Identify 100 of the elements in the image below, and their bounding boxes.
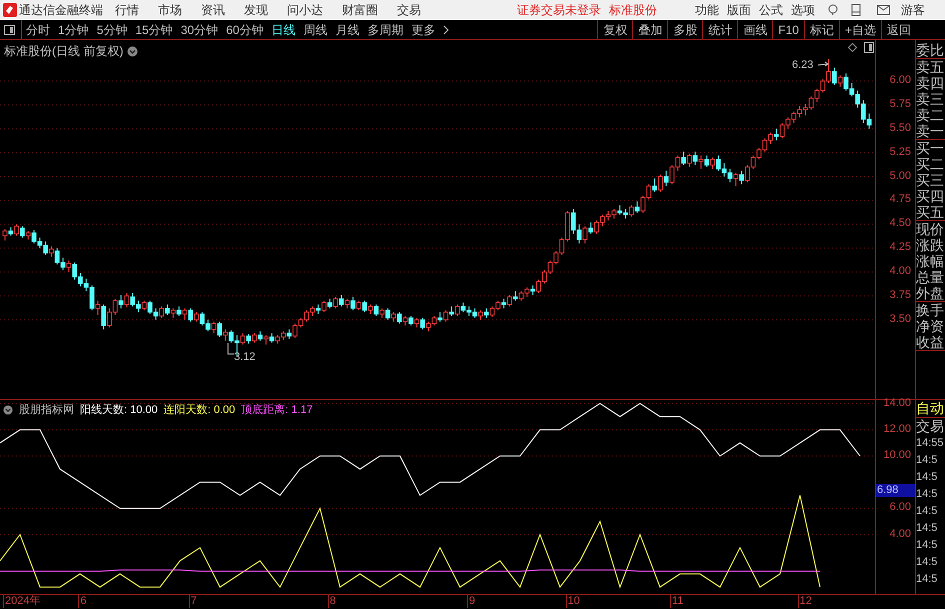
date-axis-label: 11 — [670, 595, 684, 608]
period-tab[interactable]: 多周期 — [367, 20, 404, 38]
trade-time: 14:5 — [916, 470, 938, 485]
trade-time: 14:5 — [916, 572, 938, 587]
candlestick — [397, 312, 402, 324]
mail-icon[interactable] — [877, 5, 890, 15]
menu-item[interactable]: 公式 — [759, 1, 783, 19]
legend-text: 连阳天数: 0.00 — [164, 403, 236, 418]
app-title: 通达信金融终端 — [19, 2, 104, 19]
date-axis-label: 12 — [798, 595, 812, 608]
period-tab[interactable]: 1分钟 — [58, 20, 89, 38]
candlestick — [652, 178, 657, 192]
chevron-circle-icon[interactable] — [127, 46, 138, 56]
period-tab[interactable]: 更多 — [411, 20, 436, 38]
menu-item[interactable]: 问小达 — [287, 1, 323, 19]
trade-time: 14:5 — [916, 555, 938, 570]
candlestick — [176, 306, 182, 316]
period-tab[interactable]: 月线 — [335, 20, 360, 38]
chevron-circle-icon[interactable] — [3, 405, 13, 416]
menu-item[interactable]: 市场 — [158, 1, 182, 19]
menu-item[interactable]: 发现 — [244, 1, 268, 19]
phone-icon[interactable] — [851, 4, 861, 16]
quote-field-label: 外盘 — [916, 285, 945, 301]
menu-item[interactable]: 行情 — [115, 1, 139, 19]
trade-time: 14:5 — [916, 538, 938, 553]
chat-icon[interactable] — [827, 4, 839, 16]
date-axis-label: 9 — [467, 595, 476, 608]
panel-toggle-icon[interactable] — [4, 25, 15, 35]
candlestick — [402, 315, 408, 326]
period-tab[interactable]: 30分钟 — [180, 20, 218, 38]
candlestick — [286, 328, 292, 340]
chevron-right-icon[interactable] — [443, 24, 450, 34]
period-tab[interactable]: 5分钟 — [96, 20, 128, 38]
menu-item[interactable]: 交易 — [397, 1, 421, 19]
menu-item[interactable]: 财富圈 — [342, 1, 378, 19]
period-tab[interactable]: 周线 — [303, 20, 328, 38]
candlestick — [118, 294, 124, 309]
period-tab[interactable]: 60分钟 — [226, 20, 264, 38]
candlestick — [507, 294, 512, 307]
candlestick — [142, 300, 147, 311]
candlestick — [101, 304, 106, 330]
candlestick — [170, 308, 176, 318]
quote-field-label: 买五 — [916, 204, 945, 220]
menu-item[interactable]: 功能 — [695, 1, 719, 19]
candlestick — [2, 228, 8, 242]
indicator-name[interactable]: 股朋指标网 — [19, 402, 74, 418]
user-label[interactable]: 游客 — [901, 1, 925, 19]
quote-field-label: 委比 — [916, 42, 945, 58]
trade-time: 14:5 — [916, 521, 938, 536]
candlestick — [240, 332, 246, 346]
candlestick — [356, 300, 362, 311]
candlestick — [339, 294, 344, 307]
candlestick — [692, 151, 698, 166]
candlestick — [588, 222, 594, 234]
candlestick — [501, 298, 506, 309]
menu-item[interactable]: 资讯 — [201, 1, 225, 19]
candlestick — [14, 224, 19, 236]
indicator-tick-label: 12.00 — [883, 424, 911, 435]
trade-label: 交易 — [916, 418, 945, 435]
leader-line — [228, 342, 234, 354]
candlestick — [443, 310, 448, 322]
candlestick — [322, 300, 326, 313]
date-axis-label: 8 — [328, 595, 336, 608]
candlestick — [414, 317, 420, 328]
date-axis-label: 2024年 — [3, 595, 40, 608]
menu-item[interactable]: 版面 — [727, 1, 751, 19]
quote-field-label: 买三 — [916, 172, 945, 188]
candlestick — [188, 308, 193, 322]
app-logo-icon — [3, 3, 17, 17]
candlestick — [629, 204, 634, 218]
quote-field-label: 卖五 — [916, 59, 945, 75]
candlestick — [385, 308, 390, 320]
trade-time: 14:5 — [916, 453, 938, 468]
current-value-tag: 6.98 — [876, 484, 915, 497]
quote-field-label: 净资 — [916, 318, 945, 334]
candlestick — [252, 332, 257, 344]
arrow-icon — [818, 62, 829, 66]
candlestick — [211, 321, 216, 334]
trade-time: 14:55 — [916, 436, 945, 451]
candlestick — [530, 284, 536, 296]
candlestick — [634, 200, 640, 214]
candlestick — [664, 170, 669, 187]
quote-field-label: 涨幅 — [916, 253, 945, 269]
candlestick — [362, 300, 367, 313]
menu-item[interactable]: 选项 — [791, 1, 815, 19]
panel-toggle-icon[interactable] — [864, 42, 874, 53]
candlestick — [420, 317, 425, 330]
auto-label[interactable]: 自动 — [916, 400, 945, 418]
candlestick — [20, 226, 25, 238]
period-tab[interactable]: 15分钟 — [135, 20, 173, 38]
candlestick — [350, 296, 356, 311]
period-tab[interactable]: 分时 — [26, 20, 50, 38]
diamond-icon[interactable] — [848, 43, 857, 52]
candlestick — [316, 304, 321, 315]
date-axis-label: 10 — [566, 595, 580, 608]
candlestick — [455, 304, 460, 316]
period-tab[interactable]: 日线 — [271, 20, 296, 38]
price-tick-label: 6.00 — [890, 75, 911, 86]
candlestick — [658, 174, 663, 192]
status-text: 证券交易未登录 — [517, 2, 601, 19]
